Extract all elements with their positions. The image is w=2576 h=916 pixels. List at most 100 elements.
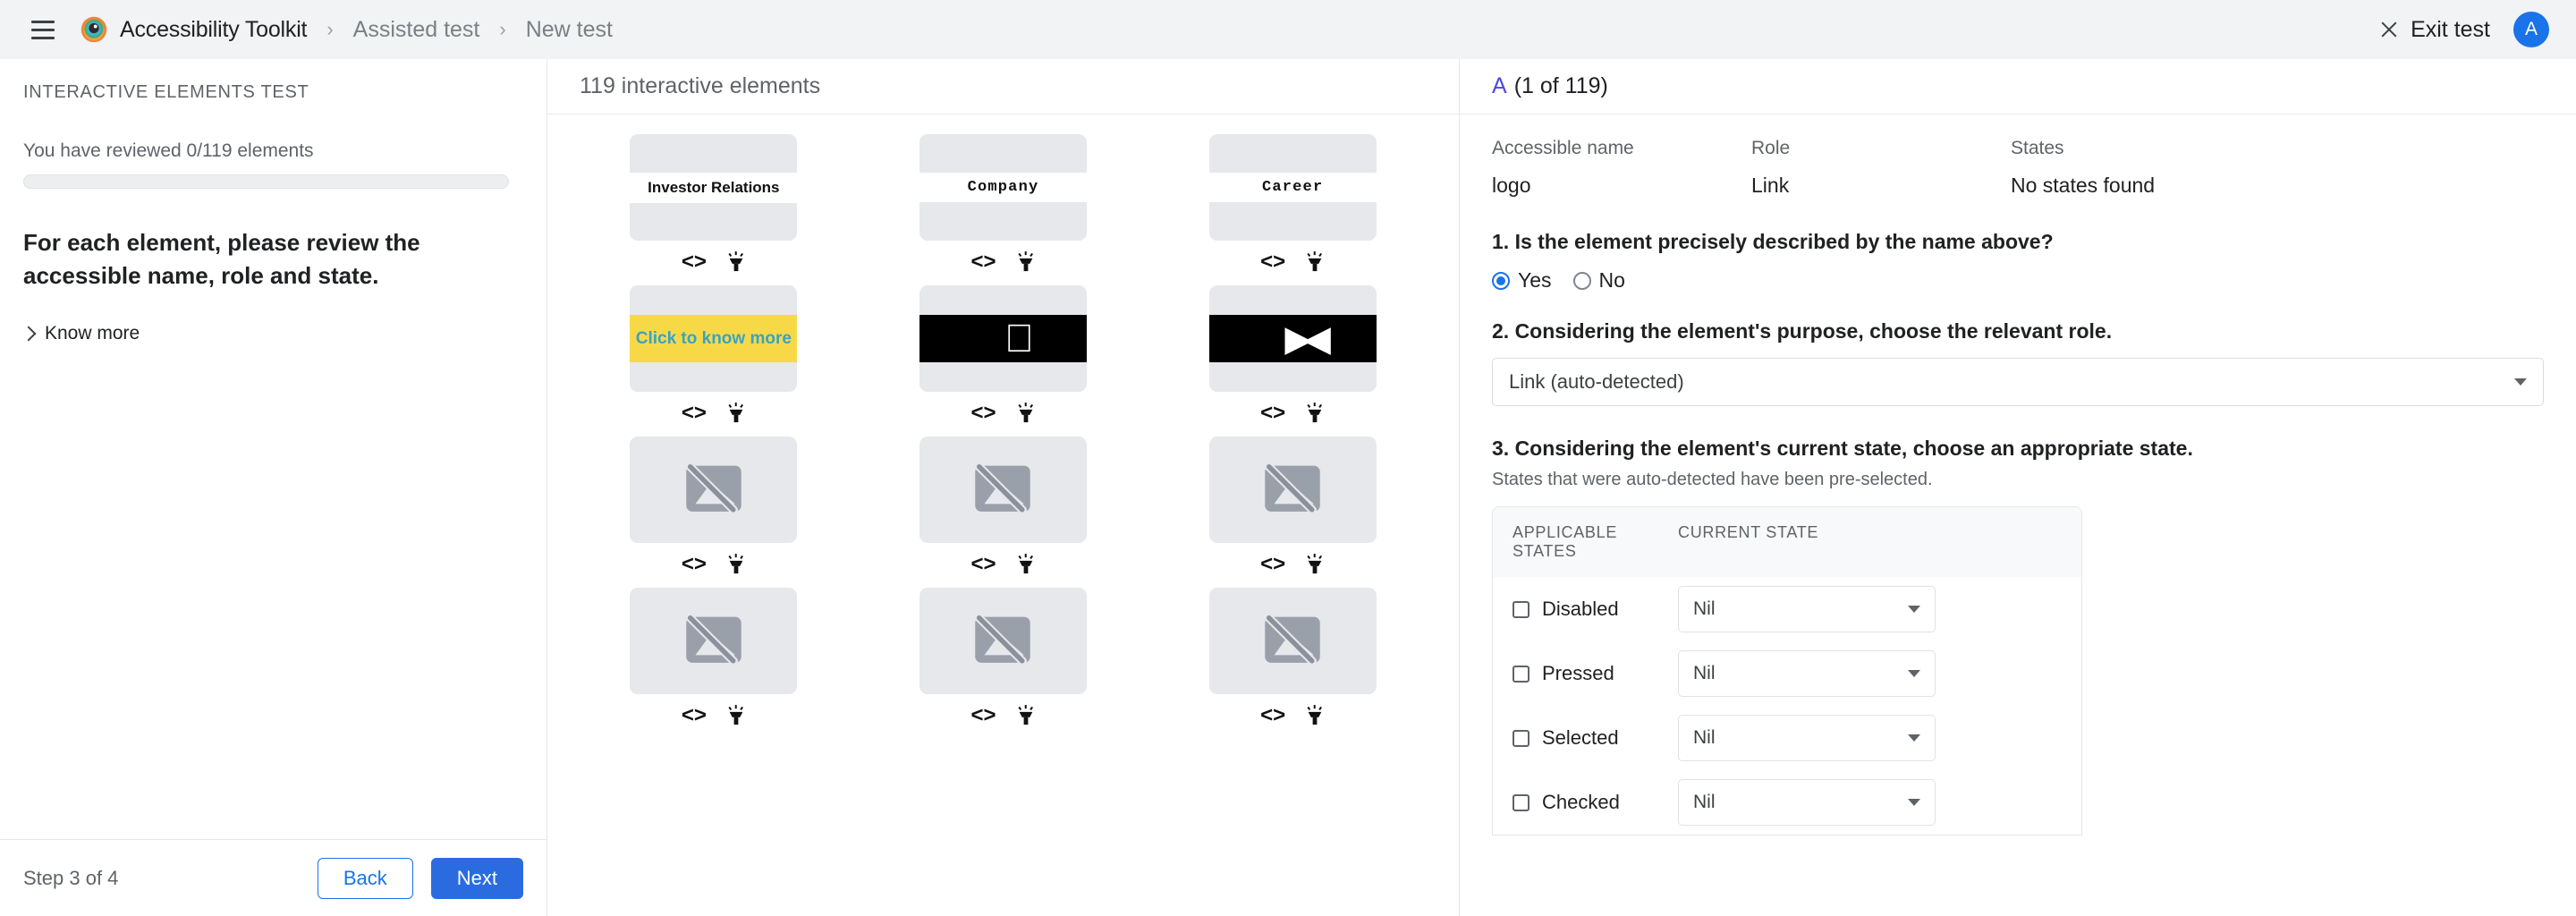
element-card-actions: <> — [682, 705, 746, 726]
accessible-name-column: Accessible name logo — [1492, 138, 1751, 198]
element-card-actions: <> — [1260, 403, 1325, 424]
element-thumbnail[interactable] — [630, 588, 798, 694]
element-card-actions: <> — [970, 554, 1035, 575]
current-state-select-selected[interactable]: Nil — [1678, 715, 1936, 761]
element-thumbnail[interactable]: Career — [1208, 134, 1377, 241]
highlighter-icon[interactable] — [726, 554, 746, 575]
breadcrumb-separator: › — [499, 18, 506, 40]
code-brackets-icon[interactable]: <> — [682, 705, 707, 726]
highlighter-icon[interactable] — [1305, 403, 1325, 424]
element-detail-panel: A (1 of 119) Accessible name logo Role L… — [1460, 59, 2576, 916]
states-table-header: APPLICABLE STATES CURRENT STATE — [1493, 507, 2081, 577]
accessible-name-value: logo — [1492, 174, 1531, 197]
state-checkbox-disabled[interactable]: Disabled — [1513, 598, 1678, 621]
code-brackets-icon[interactable]: <> — [682, 251, 707, 273]
checkbox-icon — [1513, 729, 1530, 747]
breadcrumb-separator: › — [326, 18, 334, 40]
code-brackets-icon[interactable]: <> — [1260, 705, 1285, 726]
state-checkbox-pressed[interactable]: Pressed — [1513, 662, 1678, 685]
element-thumbnail[interactable]:  — [919, 285, 1087, 392]
state-checkbox-selected[interactable]: Selected — [1513, 726, 1678, 750]
element-thumbnail-label: Career — [1208, 173, 1377, 202]
hamburger-icon[interactable] — [25, 12, 61, 47]
code-brackets-icon[interactable]: <> — [682, 403, 707, 424]
highlighter-icon[interactable] — [1016, 554, 1036, 575]
element-thumbnail[interactable] — [630, 437, 798, 543]
breadcrumb-assisted-test[interactable]: Assisted test — [353, 17, 480, 43]
highlighter-icon[interactable] — [1305, 251, 1325, 273]
current-state-select-disabled[interactable]: Nil — [1678, 586, 1936, 632]
radio-option-no[interactable]: No — [1572, 268, 1625, 293]
element-tag: A — [1492, 73, 1507, 98]
highlighter-icon[interactable] — [1305, 554, 1325, 575]
current-state-value: Nil — [1693, 727, 1716, 748]
checkbox-icon — [1513, 600, 1530, 618]
play-triangle-icon: ▶◀ — [1284, 318, 1330, 359]
review-progress-bar — [23, 174, 509, 189]
code-brackets-icon[interactable]: <> — [682, 554, 707, 575]
elements-count-label: 119 interactive elements — [580, 73, 821, 98]
state-label: Disabled — [1542, 598, 1619, 620]
avatar[interactable]: A — [2513, 12, 2549, 47]
sidebar-title: INTERACTIVE ELEMENTS TEST — [23, 82, 309, 102]
highlighter-icon[interactable] — [1016, 705, 1036, 726]
code-brackets-icon[interactable]: <> — [1260, 251, 1285, 273]
element-card:  <> — [869, 285, 1138, 437]
next-button[interactable]: Next — [430, 857, 523, 899]
exit-test-label: Exit test — [2411, 16, 2490, 42]
code-brackets-icon[interactable]: <> — [970, 403, 996, 424]
role-select[interactable]: Link (auto-detected) — [1492, 358, 2544, 406]
back-button[interactable]: Back — [317, 857, 413, 899]
exit-test-button[interactable]: Exit test — [2380, 17, 2490, 43]
code-brackets-icon[interactable]: <> — [1260, 554, 1285, 575]
radio-yes-label: Yes — [1518, 268, 1552, 292]
element-card: Click to know more <> — [580, 285, 848, 437]
element-card-actions: <> — [970, 403, 1035, 424]
code-brackets-icon[interactable]: <> — [970, 251, 996, 273]
element-card-actions: <> — [970, 251, 1035, 273]
code-brackets-icon[interactable]: <> — [970, 705, 996, 726]
brand[interactable]: Accessibility Toolkit — [80, 16, 308, 43]
thumbnail-logo-band:  — [919, 315, 1087, 362]
element-thumbnail[interactable] — [1208, 588, 1377, 694]
element-thumbnail[interactable] — [919, 588, 1087, 694]
current-state-value: Nil — [1693, 598, 1716, 619]
role-column: Role Link — [1751, 138, 2011, 198]
state-checkbox-checked[interactable]: Checked — [1513, 791, 1678, 814]
element-thumbnail[interactable]: Click to know more — [630, 285, 798, 392]
thumbnail-blank-band — [630, 203, 797, 242]
element-thumbnail[interactable]: ▶◀ — [1208, 285, 1377, 392]
highlighter-icon[interactable] — [726, 403, 746, 424]
code-brackets-icon[interactable]: <> — [1260, 403, 1285, 424]
checkbox-icon — [1513, 793, 1530, 811]
element-card-actions: <> — [1260, 251, 1325, 273]
highlighter-icon[interactable] — [726, 705, 746, 726]
highlighter-icon[interactable] — [1016, 403, 1036, 424]
know-more-toggle[interactable]: Know more — [21, 323, 140, 344]
highlighter-icon[interactable] — [1305, 705, 1325, 726]
highlighter-icon[interactable] — [1016, 251, 1036, 273]
element-thumbnail[interactable] — [1208, 437, 1377, 543]
highlighter-icon[interactable] — [726, 251, 746, 273]
hamburger-bar — [31, 36, 55, 39]
element-detail-body: Accessible name logo Role Link States No… — [1460, 114, 2576, 916]
code-brackets-icon[interactable]: <> — [970, 554, 996, 575]
element-card-actions: <> — [682, 554, 746, 575]
elements-panel: 119 interactive elements Investor Relati… — [547, 59, 1460, 916]
element-info-table: Accessible name logo Role Link States No… — [1492, 138, 2544, 198]
states-table-row: Checked Nil — [1493, 770, 2081, 835]
chevron-down-icon — [1908, 799, 1920, 806]
radio-option-yes[interactable]: Yes — [1492, 268, 1552, 293]
current-state-select-pressed[interactable]: Nil — [1678, 650, 1936, 697]
hamburger-bar — [31, 28, 55, 31]
element-card-actions: <> — [1260, 554, 1325, 575]
thumbnail-highlight-band: Click to know more — [630, 315, 798, 362]
current-state-select-checked[interactable]: Nil — [1678, 779, 1936, 826]
element-thumbnail[interactable]: Investor Relations — [630, 134, 798, 242]
element-thumbnail[interactable] — [919, 437, 1087, 543]
element-thumbnail-grid: Investor Relations <> Company <> Career … — [547, 114, 1459, 916]
element-thumbnail[interactable]: Company — [919, 134, 1087, 241]
element-card: <> — [580, 437, 848, 588]
element-card: Investor Relations <> — [580, 134, 848, 285]
breadcrumb-new-test[interactable]: New test — [526, 17, 613, 43]
